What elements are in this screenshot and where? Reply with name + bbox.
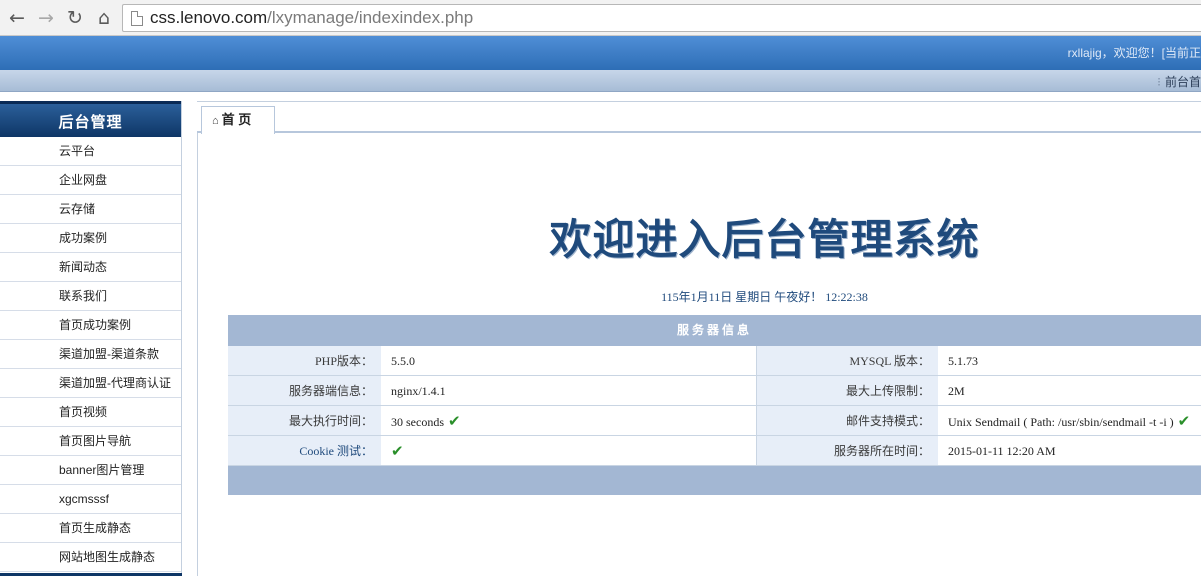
url-host: css.lenovo.com [150,8,268,27]
app-header: rxllajig，欢迎您！[当前正 [0,36,1201,70]
table-row: Cookie 测试： ✔ 服务器所在时间： 2015-01-11 12:20 A… [228,436,1201,466]
sidebar-item-sitemap-static[interactable]: 网站地图生成静态 [0,543,181,572]
mail-mode-label: 邮件支持模式： [757,406,938,435]
back-arrow-icon[interactable]: ← [5,6,29,30]
server-time-value: 2015-01-11 12:20 AM [938,436,1201,465]
sidebar-item-news[interactable]: 新闻动态 [0,253,181,282]
server-software-label: 服务器端信息： [228,376,381,405]
sidebar-item-contact[interactable]: 联系我们 [0,282,181,311]
php-version-value: 5.5.0 [381,346,757,375]
tab-home-label: 首 页 [221,112,252,127]
sidebar-item-agent-cert[interactable]: 渠道加盟-代理商认证 [0,369,181,398]
server-time-label: 服务器所在时间： [757,436,938,465]
max-upload-value: 2M [938,376,1201,405]
server-info-footer [228,466,1201,495]
cookie-test-label: Cookie 测试： [228,436,381,465]
server-info-table: 服务器信息 PHP版本： 5.5.0 MYSQL 版本： 5.1.73 服务器端… [228,315,1201,495]
max-exec-time-label: 最大执行时间： [228,406,381,435]
sidebar-item-home-video[interactable]: 首页视频 [0,398,181,427]
checkmark-icon: ✔ [1177,412,1191,430]
server-software-value: nginx/1.4.1 [381,376,757,405]
checkmark-icon: ✔ [391,442,404,460]
sidebar-item-success-cases[interactable]: 成功案例 [0,224,181,253]
sidebar: 后台管理 云平台 企业网盘 云存储 成功案例 新闻动态 联系我们 首页成功案例 … [0,101,182,576]
sidebar-item-banner[interactable]: banner图片管理 [0,456,181,485]
sidebar-item-cloud-platform[interactable]: 云平台 [0,137,181,166]
home-icon: ⌂ [212,115,219,127]
tab-home[interactable]: ⌂ 首 页 [201,106,275,134]
tab-bar: ⌂ 首 页 [197,101,1201,134]
sidebar-item-xgcmsssf[interactable]: xgcmsssf [0,485,181,514]
page-title: 欢迎进入后台管理系统 [549,215,980,264]
browser-toolbar: ← → ↻ ⌂ css.lenovo.com/lxymanage/indexin… [0,0,1201,36]
frontend-home-link[interactable]: ⁝ 前台首 [1157,73,1201,90]
max-exec-time-cell: 30 seconds ✔ [381,406,757,435]
server-info-heading: 服务器信息 [228,315,1201,346]
sidebar-title: 后台管理 [0,101,181,137]
address-bar[interactable]: css.lenovo.com/lxymanage/indexindex.php [122,4,1201,32]
welcome-text: rxllajig，欢迎您！[当前正 [1067,46,1201,60]
checkmark-icon: ✔ [448,412,461,430]
mail-mode-cell: Unix Sendmail ( Path: /usr/sbin/sendmail… [938,406,1201,435]
sidebar-item-home-static[interactable]: 首页生成静态 [0,514,181,543]
reload-icon[interactable]: ↻ [63,6,87,30]
table-row: PHP版本： 5.5.0 MYSQL 版本： 5.1.73 [228,346,1201,376]
datetime-greeting: 115年1月11日 星期日 午夜好！ 12:22:38 [661,290,868,304]
sidebar-item-home-cases[interactable]: 首页成功案例 [0,311,181,340]
frontend-home-label: 前台首 [1164,75,1201,89]
url-text: css.lenovo.com/lxymanage/indexindex.php [150,8,473,28]
separator: ⁝ [1157,75,1161,89]
mysql-version-value: 5.1.73 [938,346,1201,375]
sub-header: ⁝ 前台首 [0,70,1201,92]
page-icon [131,11,143,26]
max-exec-time-value: 30 seconds [391,415,444,429]
cookie-test-cell: ✔ [381,436,757,465]
home-icon[interactable]: ⌂ [92,6,116,30]
sidebar-menu: 云平台 企业网盘 云存储 成功案例 新闻动态 联系我们 首页成功案例 渠道加盟-… [0,137,181,572]
url-path: /lxymanage/indexindex.php [267,8,474,27]
php-version-label: PHP版本： [228,346,381,375]
sidebar-item-enterprise-disk[interactable]: 企业网盘 [0,166,181,195]
max-upload-label: 最大上传限制： [757,376,938,405]
main-content: 欢迎进入后台管理系统 115年1月11日 星期日 午夜好！ 12:22:38 服… [198,135,1201,576]
mail-mode-value: Unix Sendmail ( Path: /usr/sbin/sendmail… [948,415,1174,429]
forward-arrow-icon[interactable]: → [34,6,58,30]
mysql-version-label: MYSQL 版本： [757,346,938,375]
table-row: 服务器端信息： nginx/1.4.1 最大上传限制： 2M [228,376,1201,406]
sidebar-item-channel-terms[interactable]: 渠道加盟-渠道条款 [0,340,181,369]
sidebar-item-cloud-storage[interactable]: 云存储 [0,195,181,224]
sidebar-item-home-image-nav[interactable]: 首页图片导航 [0,427,181,456]
table-row: 最大执行时间： 30 seconds ✔ 邮件支持模式： Unix Sendmai… [228,406,1201,436]
